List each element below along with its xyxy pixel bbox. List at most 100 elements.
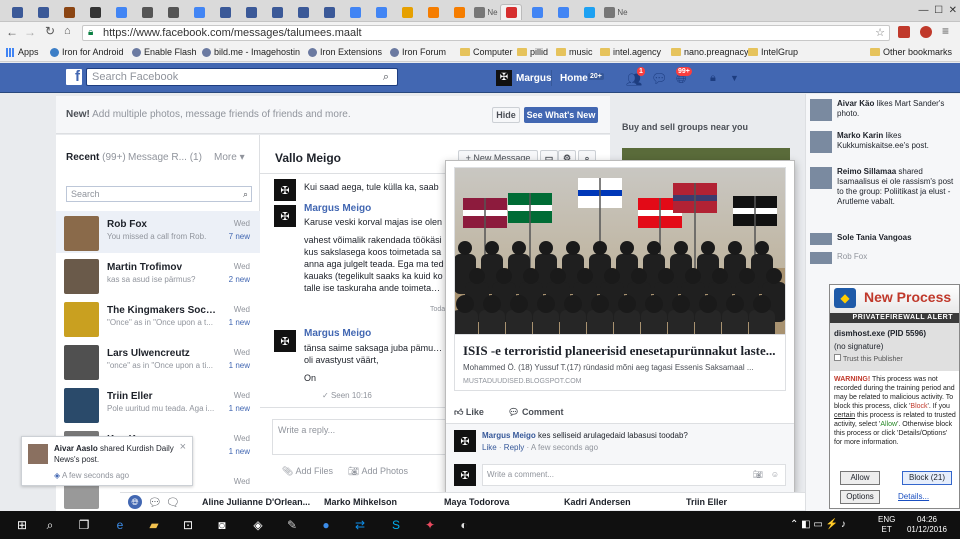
language-indicator[interactable]: ENG ET bbox=[878, 515, 895, 535]
teamviewer-icon[interactable]: ⇄ bbox=[350, 515, 370, 535]
conversation-item[interactable]: Triin Eller Pole uuritud mu teada. Aga i.… bbox=[56, 383, 260, 425]
allow-button[interactable]: Allow bbox=[840, 471, 880, 485]
camera-icon[interactable]: 📷︎ bbox=[753, 465, 763, 485]
address-bar[interactable]: 🔒︎ https://www.facebook.com/messages/tal… bbox=[82, 25, 890, 41]
app-icon[interactable]: ✦ bbox=[420, 515, 440, 535]
back-icon[interactable]: ← bbox=[6, 25, 18, 39]
tab-recent[interactable]: Recent (99+) bbox=[66, 152, 126, 163]
hide-button[interactable]: Hide bbox=[492, 107, 520, 123]
browser-tab[interactable] bbox=[110, 4, 132, 20]
browser-tab[interactable]: Ne bbox=[474, 4, 498, 20]
home-link[interactable]: Home bbox=[560, 73, 588, 84]
browser-tab[interactable] bbox=[214, 4, 236, 20]
browser-tab[interactable] bbox=[370, 4, 392, 20]
avatar[interactable]: ✠ bbox=[454, 430, 476, 452]
profile-link[interactable]: Margus bbox=[516, 73, 552, 84]
home-icon[interactable]: ⌂ bbox=[64, 25, 71, 37]
privacy-shortcuts-icon[interactable]: 🔒︎ bbox=[710, 72, 716, 85]
trust-checkbox[interactable]: Trust this Publisher bbox=[834, 354, 903, 363]
browser-tab[interactable] bbox=[240, 4, 262, 20]
star-icon[interactable]: ☆ bbox=[875, 26, 885, 40]
bookmark-item[interactable]: IntelGrup bbox=[748, 47, 798, 57]
article-headline[interactable]: ISIS -e terroristid planeerisid enesetap… bbox=[463, 343, 781, 359]
chat-tab[interactable]: Aline Julianne D'Orlean... bbox=[202, 497, 310, 507]
bookmark-item[interactable]: pillid bbox=[517, 47, 548, 57]
store-icon[interactable]: ⊡ bbox=[178, 515, 198, 535]
browser-tab[interactable] bbox=[422, 4, 444, 20]
conversation-item[interactable]: The Kingmakers Society "Once" as in "Once… bbox=[56, 297, 260, 339]
edge-icon[interactable]: e bbox=[110, 515, 130, 535]
app-icon[interactable]: ◈ bbox=[248, 515, 268, 535]
browser-tab[interactable] bbox=[6, 4, 28, 20]
browser-tab[interactable] bbox=[526, 4, 548, 20]
skype-icon[interactable]: S bbox=[386, 515, 406, 535]
comment-author[interactable]: Margus Meigo bbox=[482, 431, 536, 440]
windows-start-icon[interactable]: ⊞ bbox=[12, 515, 32, 535]
clock[interactable]: 04:26 01/12/2016 bbox=[904, 515, 950, 535]
add-files-button[interactable]: 📎︎ Add Files bbox=[282, 466, 333, 477]
chat-tab[interactable]: Maya Todorova bbox=[444, 497, 509, 507]
facebook-search-input[interactable]: Search Facebook ⌕ bbox=[86, 68, 398, 86]
tab-message-requests[interactable]: Message R... (1) bbox=[128, 152, 202, 163]
menu-icon[interactable]: ≡ bbox=[942, 24, 949, 38]
article-preview[interactable]: ISIS -e terroristid planeerisid enesetap… bbox=[454, 335, 786, 391]
browser-tab[interactable] bbox=[32, 4, 54, 20]
browser-tab[interactable] bbox=[500, 4, 522, 20]
conversation-search-input[interactable]: Search ⌕ bbox=[66, 186, 252, 202]
reply-input[interactable]: Write a reply... bbox=[272, 419, 448, 455]
avatar[interactable]: ✠ bbox=[454, 464, 476, 486]
extension-icon[interactable] bbox=[920, 26, 932, 38]
chat-icon[interactable]: 💬︎ bbox=[148, 496, 162, 509]
browser-tab[interactable] bbox=[84, 4, 106, 20]
account-menu-icon[interactable]: ▼ bbox=[730, 73, 739, 83]
comment-button[interactable]: 💬︎ Comment bbox=[508, 407, 563, 418]
camera-app-icon[interactable]: ◙ bbox=[212, 515, 232, 535]
task-view-icon[interactable]: ❐ bbox=[74, 515, 94, 535]
conversation-item[interactable]: Lars Ulwencreutz "once" as in "Once upon … bbox=[56, 340, 260, 382]
chat-icon[interactable]: 🗨︎ bbox=[166, 496, 180, 509]
see-whats-new-button[interactable]: See What's New bbox=[524, 107, 598, 123]
add-photos-button[interactable]: 📷︎ Add Photos bbox=[348, 466, 408, 477]
facebook-logo-icon[interactable]: f bbox=[66, 69, 82, 85]
browser-tab[interactable] bbox=[552, 4, 574, 20]
avatar[interactable]: ✠ bbox=[274, 330, 296, 352]
bookmark-item[interactable]: Computer bbox=[460, 47, 513, 57]
browser-tab[interactable] bbox=[292, 4, 314, 20]
bookmark-item[interactable]: Enable Flash bbox=[132, 47, 197, 57]
browser-tab[interactable] bbox=[578, 4, 600, 20]
emoji-icon[interactable]: ☺ bbox=[771, 465, 779, 485]
tray-icons[interactable]: ⌃ ◧ ▭ ⚡ ♪ bbox=[790, 519, 846, 530]
browser-tab[interactable]: Ne bbox=[604, 4, 628, 20]
search-icon[interactable]: ⌕ bbox=[383, 69, 389, 85]
reload-icon[interactable]: ↻ bbox=[45, 24, 55, 38]
app-icon[interactable]: ◐ bbox=[454, 515, 474, 535]
window-controls[interactable]: — ☐ ✕ bbox=[905, 5, 957, 17]
browser-tab[interactable] bbox=[162, 4, 184, 20]
app-icon[interactable]: ✎ bbox=[282, 515, 302, 535]
apps-bookmark[interactable]: Apps bbox=[6, 47, 39, 57]
profile-avatar[interactable]: ✠ bbox=[496, 70, 512, 86]
bookmark-item[interactable]: Iron Forum bbox=[390, 47, 446, 57]
browser-tab[interactable] bbox=[396, 4, 418, 20]
write-comment-input[interactable]: Write a comment... 📷︎ ☺ bbox=[482, 464, 786, 486]
forward-icon[interactable]: → bbox=[24, 25, 36, 39]
other-bookmarks[interactable]: Other bookmarks bbox=[870, 47, 952, 57]
chat-tab[interactable]: Kadri Andersen bbox=[564, 497, 631, 507]
options-button[interactable]: Options bbox=[840, 490, 880, 504]
bookmark-item[interactable]: Iron Extensions bbox=[308, 47, 382, 57]
bookmark-item[interactable]: bild.me - Imagehostin bbox=[202, 47, 300, 57]
message-sender[interactable]: Margus Meigo bbox=[304, 328, 371, 339]
globe-icon[interactable]: 🌐︎ bbox=[128, 495, 142, 509]
browser-tab[interactable] bbox=[136, 4, 158, 20]
details-link[interactable]: Details... bbox=[898, 492, 929, 501]
bookmark-item[interactable]: Iron for Android bbox=[50, 47, 124, 57]
bookmark-item[interactable]: music bbox=[556, 47, 593, 57]
browser-tab[interactable] bbox=[344, 4, 366, 20]
bookmark-item[interactable]: nano.preagnacy bbox=[671, 47, 749, 57]
browser-tab[interactable] bbox=[188, 4, 210, 20]
like-button[interactable]: 👍︎ Like bbox=[454, 407, 484, 418]
browser-tab[interactable] bbox=[448, 4, 470, 20]
search-icon[interactable]: ⌕ bbox=[243, 187, 248, 201]
message-sender[interactable]: Margus Meigo bbox=[304, 203, 371, 214]
search-icon[interactable]: ⌕ bbox=[40, 515, 60, 535]
